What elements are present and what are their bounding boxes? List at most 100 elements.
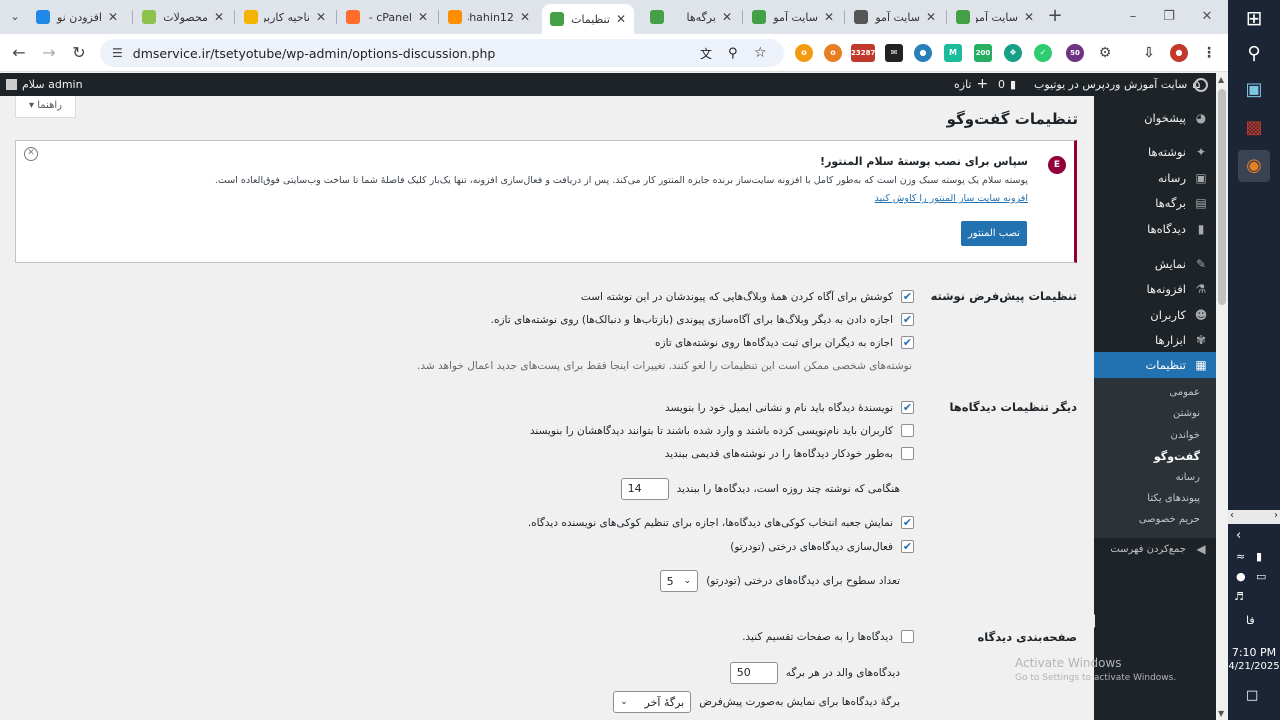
browser-tab[interactable]: افزودن نو ✕ [28,6,126,28]
submenu-item[interactable]: پیوندهای یکتا [1094,493,1216,504]
tab-search-icon[interactable]: ⌄ [4,6,26,28]
sidebar-item[interactable]: ▤ برگه‌ها [1094,190,1216,216]
notifications-icon[interactable]: □ [1246,688,1258,703]
language-indicator[interactable]: فا [1246,614,1255,627]
submenu-item[interactable]: نوشتن [1094,408,1216,419]
submenu-item[interactable]: خواندن [1094,430,1216,441]
right-arrow-icon[interactable]: › [1274,510,1278,521]
microphone-icon[interactable]: ● [1236,570,1246,583]
app-winrar-icon[interactable]: ▩ [1238,112,1270,144]
new-content-menu[interactable]: تازه + [954,73,988,96]
notice-link[interactable]: افزونه سایت ساز المنتور را کاوش کنید [875,193,1028,204]
close-tab-icon[interactable]: ✕ [722,10,732,24]
close-tab-icon[interactable]: ✕ [1024,10,1034,24]
sidebar-item[interactable]: ✎ نمایش [1094,251,1216,277]
new-tab-icon[interactable]: + [1044,5,1066,27]
close-tab-icon[interactable]: ✕ [214,10,224,24]
close-window-icon[interactable]: ✕ [1192,6,1222,28]
browser-tab[interactable]: سایت آمو ✕ [948,6,1042,28]
paginate-comments-checkbox[interactable] [901,630,914,643]
close-tab-icon[interactable]: ✕ [926,10,936,24]
close-comments-days-input[interactable]: 14 [620,478,669,500]
extension-orange-icon[interactable]: o [795,44,813,62]
install-elementor-button[interactable]: نصب المنتور [961,221,1027,246]
submenu-item[interactable]: حریم خصوصی [1094,514,1216,525]
browser-menu-icon[interactable]: ⋮ [1200,44,1218,62]
scroll-up-icon[interactable]: ▲ [1218,75,1224,84]
app-cube-icon[interactable]: ▣ [1238,74,1270,106]
submenu-item[interactable]: عمومی [1094,387,1216,398]
wifi-icon[interactable]: ≈ [1236,550,1245,563]
extension-m-icon[interactable]: M [944,44,962,62]
thread-depth-select[interactable]: 5 ⌄ [659,570,699,592]
back-icon[interactable]: ← [8,42,30,64]
wordpress-logo-icon[interactable] [1194,73,1208,96]
restore-icon[interactable]: ❐ [1154,6,1184,28]
sidebar-item[interactable]: ◕ پیشخوان [1094,105,1216,131]
download-icon[interactable]: ⇩ [1140,44,1158,62]
browser-tab[interactable]: cPanel - ✕ [338,6,436,28]
bookmark-star-icon[interactable]: ☆ [754,45,767,61]
clock-time[interactable]: 7:10 PM [1228,646,1280,659]
taskbar-scroll-strip[interactable]: ‹ › [1228,510,1280,524]
app-camera-icon[interactable]: ◉ [1238,150,1270,182]
page-scrollbar[interactable]: ▲ ▼ [1216,73,1228,720]
zoom-icon[interactable]: ⚲ [728,46,738,61]
option-checkbox[interactable]: ✔ [901,290,914,303]
extension-purple-badge-icon[interactable]: 50 [1066,44,1084,62]
comments-menu[interactable]: 0 ▮ [998,73,1016,96]
scroll-down-icon[interactable]: ▼ [1218,709,1224,718]
site-info-icon[interactable]: ☰ [112,46,123,60]
clock-date[interactable]: 4/21/2025 [1228,661,1280,672]
sidebar-item[interactable]: ✦ نوشته‌ها [1094,139,1216,165]
close-tab-icon[interactable]: ✕ [108,10,118,24]
browser-tab[interactable]: برگه‌ها ✕ [642,6,740,28]
option-checkbox[interactable]: ✔ [901,313,914,326]
close-tab-icon[interactable]: ✕ [520,10,530,24]
chevron-left-icon[interactable]: ‹ [1236,528,1241,543]
extension-lime-icon[interactable]: ✓ [1034,44,1052,62]
close-tab-icon[interactable]: ✕ [418,10,428,24]
extension-teal-icon[interactable]: ❖ [1004,44,1022,62]
browser-tab[interactable]: shahin12 ✕ [440,6,538,28]
reload-icon[interactable]: ↻ [68,42,90,64]
option-checkbox[interactable]: ✔ [901,401,914,414]
display-icon[interactable]: ▭ [1256,570,1266,583]
minimize-icon[interactable]: – [1118,6,1148,28]
forward-icon[interactable]: → [38,42,60,64]
search-icon[interactable]: ⚲ [1238,38,1270,70]
extension-badge-red-icon[interactable]: 23287 [851,44,875,62]
help-tab-button[interactable]: راهنما ▾ [15,96,76,118]
option-checkbox[interactable] [901,447,914,460]
submenu-item[interactable]: رسانه [1094,472,1216,483]
browser-tab[interactable]: ناحیه کاربر ✕ [236,6,334,28]
volume-icon[interactable]: ♬ [1234,590,1244,603]
collapse-menu-button[interactable]: ◀ جمع‌کردن فهرست [1094,536,1216,562]
close-tab-icon[interactable]: ✕ [616,12,626,26]
sidebar-item[interactable]: ▦ تنظیمات [1088,352,1216,628]
close-tab-icon[interactable]: ✕ [316,10,326,24]
option-checkbox[interactable]: ✔ [901,336,914,349]
close-tab-icon[interactable]: ✕ [824,10,834,24]
windows-start-icon[interactable]: ⊞ [1238,2,1270,34]
site-name-menu[interactable]: سایت آموزش وردپرس در یوتیوب ⌂ [1034,73,1201,96]
address-bar[interactable]: ☰ dmservice.ir/tsetyotube/wp-admin/optio… [100,39,784,67]
scrollbar-thumb[interactable] [1218,89,1226,305]
sidebar-item[interactable]: ✾ ابزارها [1094,327,1216,353]
option-checkbox[interactable] [901,424,914,437]
comments-per-page-input[interactable]: 50 [729,662,778,684]
profile-avatar-icon[interactable]: ● [1170,44,1188,62]
extension-mail-icon[interactable]: ✉ [885,44,903,62]
sidebar-item[interactable]: ▮ دیدگاه‌ها [1094,216,1216,242]
sidebar-item[interactable]: ⚗ افزونه‌ها [1094,276,1216,302]
extension-orange2-icon[interactable]: o [824,44,842,62]
option-checkbox[interactable]: ✔ [901,540,914,553]
sidebar-item[interactable]: ▣ رسانه [1094,165,1216,191]
default-comments-page-select[interactable]: برگهٔ آخر ⌄ [613,691,692,713]
browser-tab[interactable]: محصولات ✕ [134,6,232,28]
extension-blue-icon[interactable]: ● [914,44,932,62]
left-arrow-icon[interactable]: ‹ [1230,510,1234,521]
admin-account-menu[interactable]: سلام admin [6,73,83,96]
sidebar-item[interactable]: ☻ کاربران [1094,302,1216,328]
close-icon[interactable]: ✕ [24,147,38,161]
